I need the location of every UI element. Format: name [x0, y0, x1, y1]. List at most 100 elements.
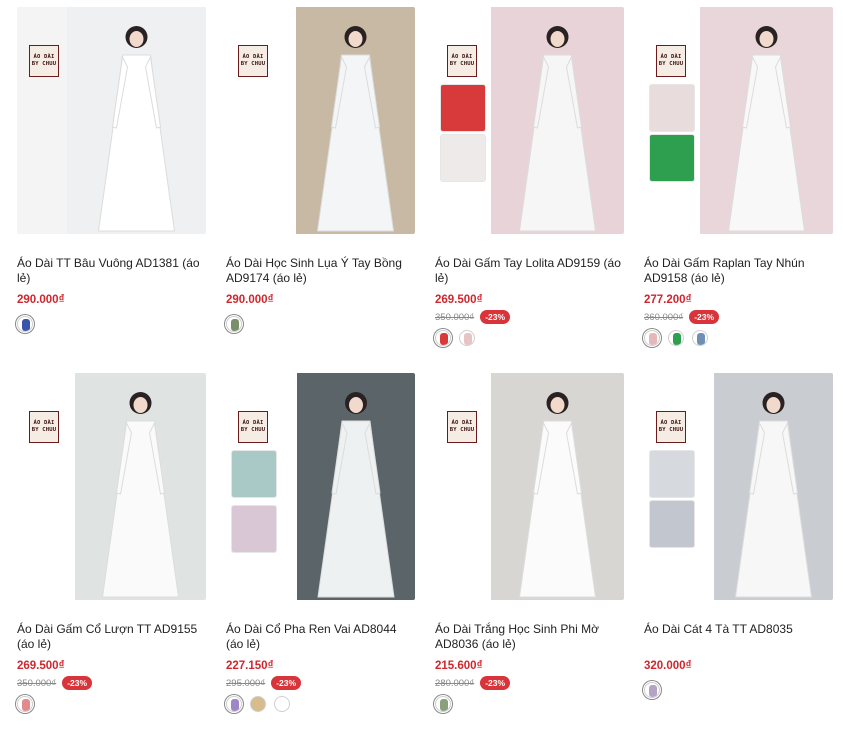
product-title[interactable]: Áo Dài Trắng Học Sinh Phi Mờ AD8036 (áo …: [435, 622, 624, 654]
product-price: 215.600₫: [435, 660, 483, 672]
dress-figure: [316, 26, 395, 232]
color-swatch[interactable]: [226, 696, 242, 712]
swatch-thumbnail: [231, 699, 239, 711]
color-swatch[interactable]: [644, 682, 660, 698]
color-swatch[interactable]: [644, 330, 660, 346]
product-price: 320.000₫: [644, 660, 692, 672]
swatch-thumbnail: [649, 685, 657, 697]
product-title[interactable]: Áo Dài Học Sinh Lụa Ý Tay Bồng AD9174 (á…: [226, 256, 415, 288]
product-title[interactable]: Áo Dài Gấm Raplan Tay Nhún AD9158 (áo lẻ…: [644, 256, 833, 288]
product-card[interactable]: ÁO DÀI BY CHUU Áo Dài Gấm Tay Lolita AD915…: [435, 7, 624, 373]
product-image[interactable]: ÁO DÀI BY CHUU: [644, 373, 833, 600]
original-price: 350.000₫: [17, 677, 57, 689]
product-image[interactable]: ÁO DÀI BY CHUU: [435, 7, 624, 234]
model-photo: [700, 7, 833, 234]
discount-badge: -23%: [480, 676, 511, 690]
product-price: 269.500₫: [435, 294, 483, 306]
swatch-thumbnail: [649, 333, 657, 345]
product-card[interactable]: ÁO DÀI BY CHUU Áo Dài Cát 4 Tà TT AD8035 32…: [644, 373, 833, 739]
product-image[interactable]: ÁO DÀI BY CHUU: [644, 7, 833, 234]
color-swatch[interactable]: [459, 330, 475, 346]
brand-logo: ÁO DÀI BY CHUU: [238, 45, 268, 77]
product-image[interactable]: ÁO DÀI BY CHUU: [435, 373, 624, 600]
product-title[interactable]: Áo Dài TT Bâu Vuông AD1381 (áo lẻ): [17, 256, 206, 288]
swatch-thumbnail: [22, 699, 30, 711]
product-card[interactable]: ÁO DÀI BY CHUU Áo Dài Gấm Cổ Lượn TT AD915…: [17, 373, 206, 739]
product-price: 290.000₫: [17, 294, 65, 306]
dress-figure: [734, 392, 813, 598]
original-price: 350.000₫: [435, 311, 475, 323]
product-card[interactable]: ÁO DÀI BY CHUU Áo Dài Trắng Học Sinh Phi M…: [435, 373, 624, 739]
product-image[interactable]: ÁO DÀI BY CHUU: [17, 373, 206, 600]
model-photo: [297, 373, 415, 600]
color-swatches: [226, 696, 415, 712]
brand-logo: ÁO DÀI BY CHUU: [656, 45, 686, 77]
dress-figure: [317, 392, 395, 598]
discount-badge: -23%: [62, 676, 93, 690]
inset-photo: [650, 451, 694, 497]
swatch-thumbnail: [697, 333, 705, 345]
inset-photo: [441, 85, 485, 131]
inset-photo: [232, 506, 276, 552]
inset-photo: [650, 135, 694, 181]
swatch-thumbnail: [464, 333, 472, 345]
discount-row: 280.000₫ -23%: [435, 676, 624, 690]
discount-row: 360.000₫ -23%: [644, 310, 833, 324]
inset-photo: [232, 451, 276, 497]
model-photo: [296, 7, 415, 234]
color-swatches: [17, 316, 206, 332]
inset-photo: [650, 501, 694, 547]
color-swatches: [17, 696, 206, 712]
inset-photo: [441, 135, 485, 181]
product-card[interactable]: ÁO DÀI BY CHUU Áo Dài Gấm Raplan Tay Nhún …: [644, 7, 833, 373]
brand-logo: ÁO DÀI BY CHUU: [29, 45, 59, 77]
product-image[interactable]: ÁO DÀI BY CHUU: [226, 7, 415, 234]
product-title[interactable]: Áo Dài Gấm Cổ Lượn TT AD9155 (áo lẻ): [17, 622, 206, 654]
discount-row: 350.000₫ -23%: [435, 310, 624, 324]
swatch-thumbnail: [22, 319, 30, 331]
color-swatch[interactable]: [692, 330, 708, 346]
color-swatch[interactable]: [274, 696, 290, 712]
product-image[interactable]: ÁO DÀI BY CHUU: [17, 7, 206, 234]
original-price: 280.000₫: [435, 677, 475, 689]
brand-logo: ÁO DÀI BY CHUU: [656, 411, 686, 443]
color-swatch[interactable]: [435, 696, 451, 712]
product-title[interactable]: Áo Dài Cát 4 Tà TT AD8035: [644, 622, 833, 654]
discount-badge: -23%: [480, 310, 511, 324]
model-photo: [714, 373, 833, 600]
color-swatches: [435, 696, 624, 712]
product-title[interactable]: Áo Dài Cổ Pha Ren Vai AD8044 (áo lẻ): [226, 622, 415, 654]
color-swatch[interactable]: [226, 316, 242, 332]
swatch-thumbnail: [440, 699, 448, 711]
discount-row: 295.000₫ -23%: [226, 676, 415, 690]
brand-logo: ÁO DÀI BY CHUU: [29, 411, 59, 443]
product-price: 269.500₫: [17, 660, 65, 672]
color-swatches: [644, 682, 833, 698]
product-price: 290.000₫: [226, 294, 274, 306]
color-swatch[interactable]: [250, 696, 266, 712]
color-swatch[interactable]: [668, 330, 684, 346]
discount-badge: -23%: [689, 310, 720, 324]
brand-logo: ÁO DÀI BY CHUU: [447, 45, 477, 77]
discount-row: 350.000₫ -23%: [17, 676, 206, 690]
swatch-thumbnail: [231, 319, 239, 331]
product-title[interactable]: Áo Dài Gấm Tay Lolita AD9159 (áo lẻ): [435, 256, 624, 288]
color-swatch[interactable]: [435, 330, 451, 346]
color-swatch[interactable]: [17, 696, 33, 712]
swatch-thumbnail: [673, 333, 681, 345]
model-photo: [491, 373, 624, 600]
original-price: 360.000₫: [644, 311, 684, 323]
original-price: 295.000₫: [226, 677, 266, 689]
brand-logo: ÁO DÀI BY CHUU: [238, 411, 268, 443]
product-card[interactable]: ÁO DÀI BY CHUU Áo Dài Học Sinh Lụa Ý Tay B…: [226, 7, 415, 373]
product-image[interactable]: ÁO DÀI BY CHUU: [226, 373, 415, 600]
color-swatches: [226, 316, 415, 332]
product-card[interactable]: ÁO DÀI BY CHUU Áo Dài Cổ Pha Ren Vai AD804…: [226, 373, 415, 739]
product-card[interactable]: ÁO DÀI BY CHUU Áo Dài TT Bâu Vuông AD1381 …: [17, 7, 206, 373]
swatch-thumbnail: [440, 333, 448, 345]
dress-figure: [101, 392, 180, 598]
color-swatch[interactable]: [17, 316, 33, 332]
product-price: 277.200₫: [644, 294, 692, 306]
model-photo: [67, 7, 206, 234]
color-swatches: [644, 330, 833, 346]
